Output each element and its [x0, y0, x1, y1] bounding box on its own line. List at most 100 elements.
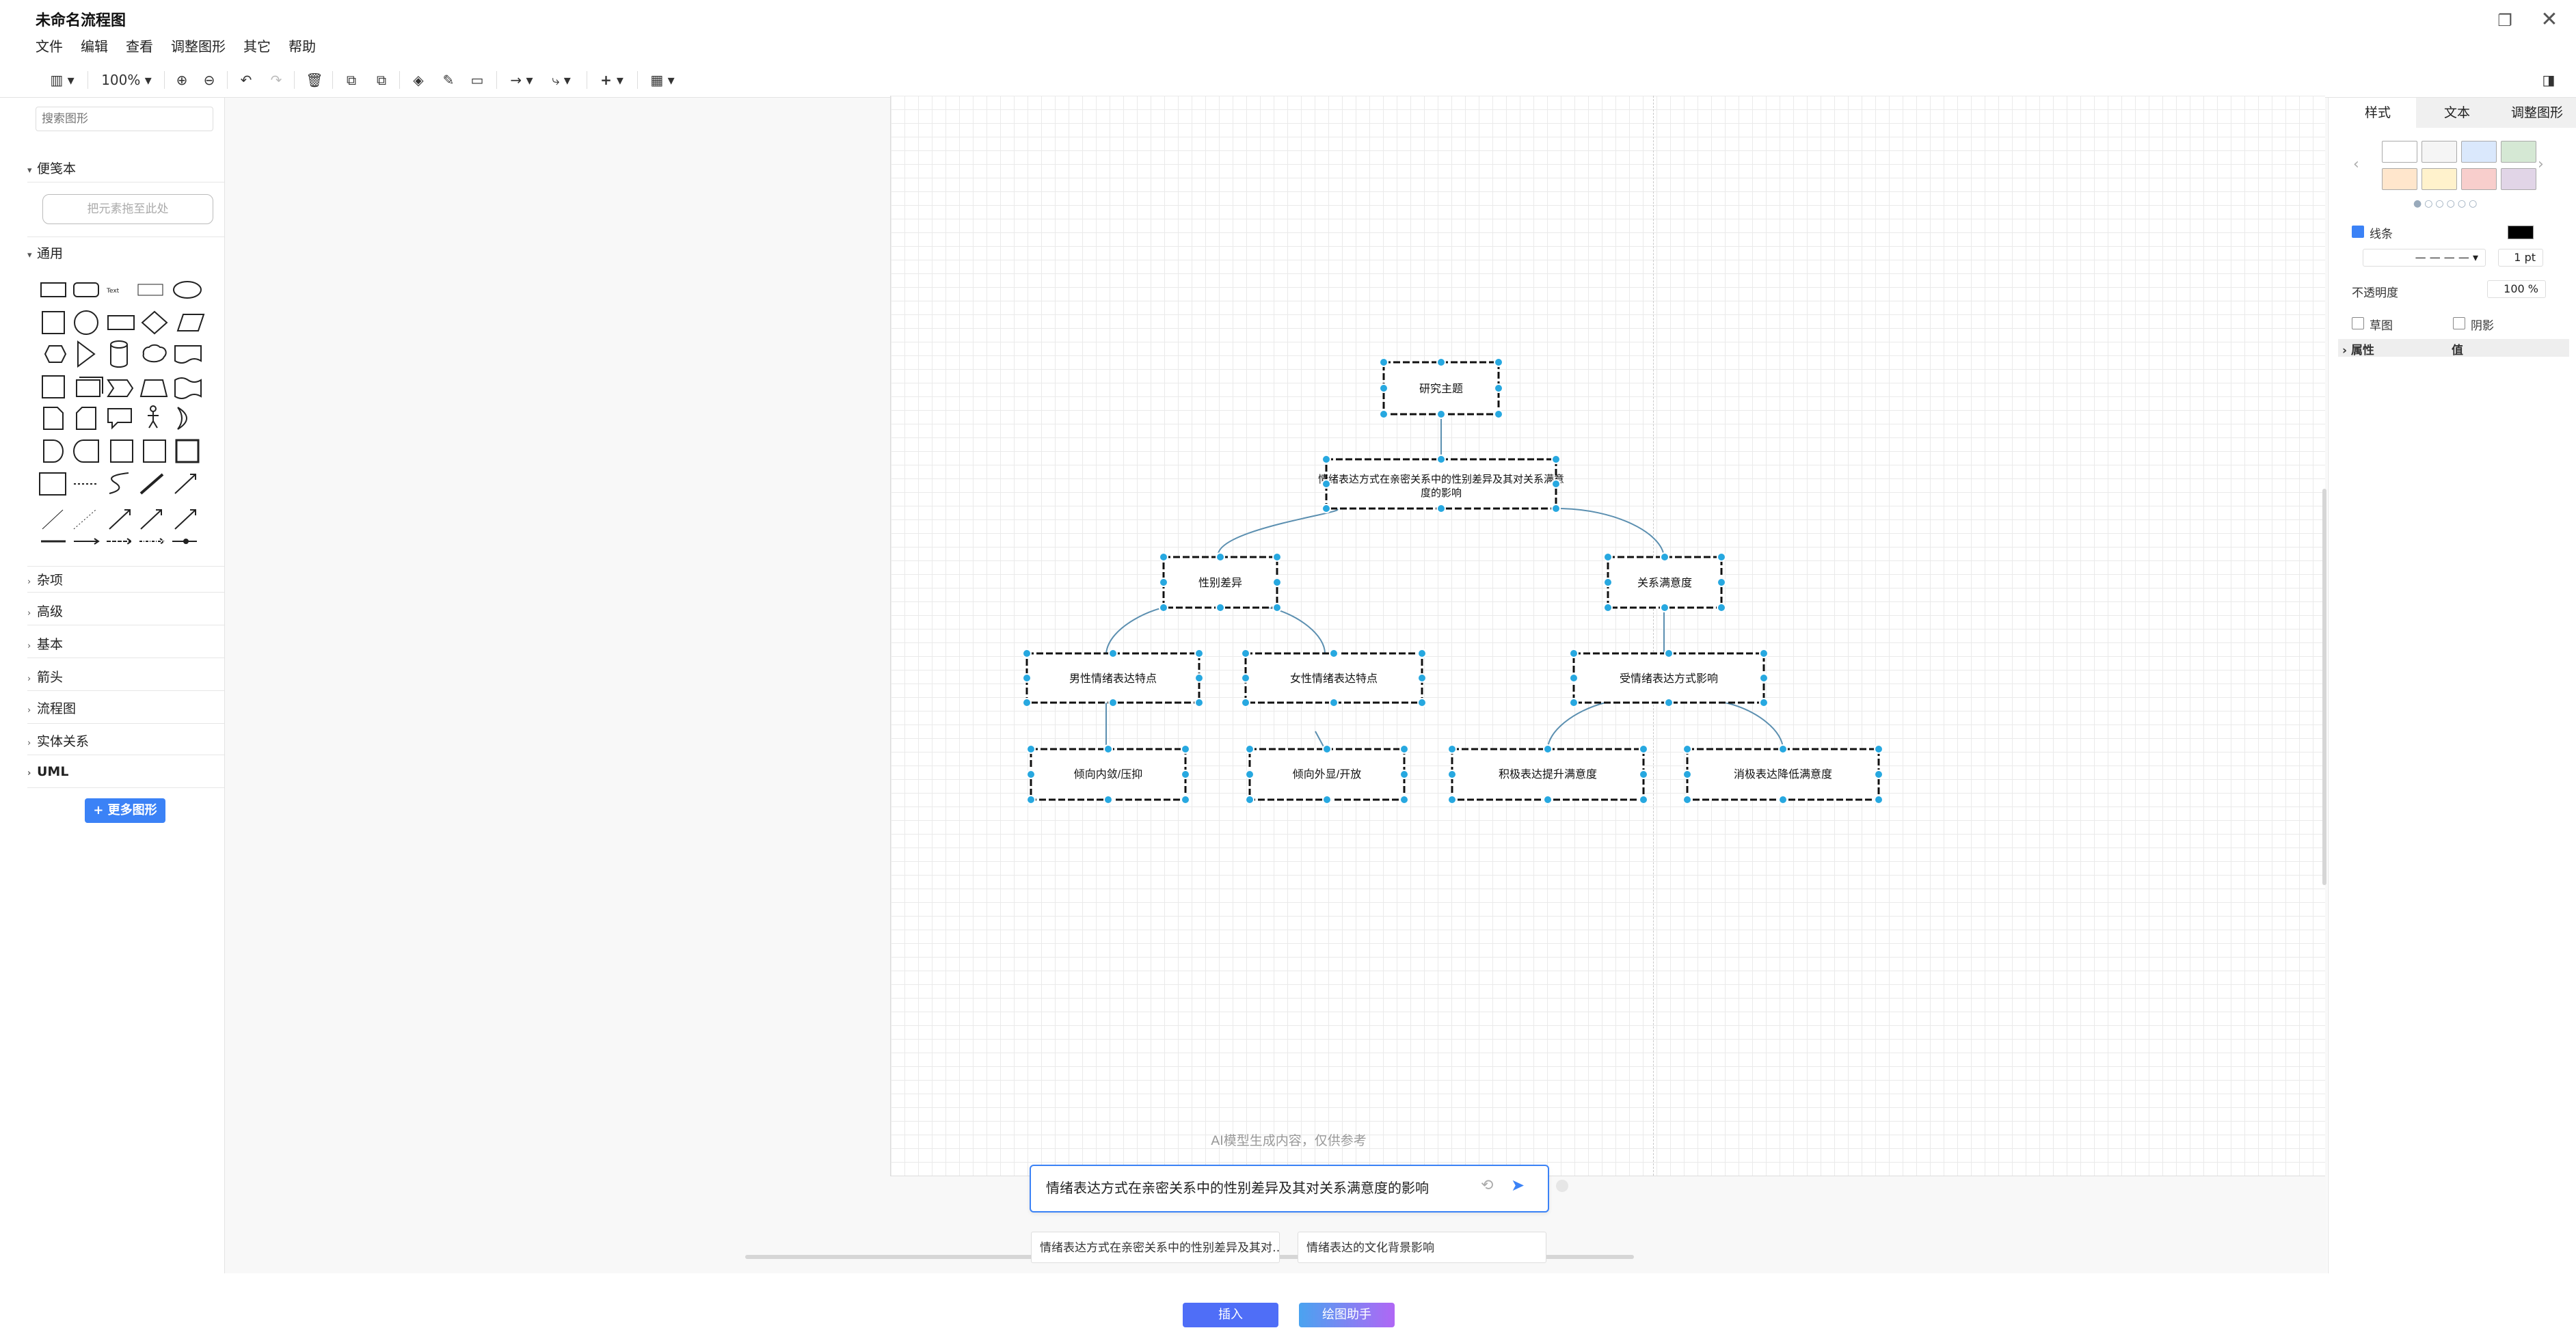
style-swatch[interactable] — [2461, 168, 2497, 190]
step-shape[interactable] — [107, 379, 134, 397]
menu-extras[interactable]: 其它 — [243, 36, 271, 56]
style-swatch[interactable] — [2421, 141, 2457, 163]
resize-handle[interactable] — [1569, 698, 1579, 707]
arrow-line-shape[interactable] — [74, 538, 100, 545]
swatch-page-dots[interactable]: ●○○○○○ — [2413, 198, 2480, 209]
restore-window-icon[interactable]: ❐ — [2495, 11, 2514, 30]
dashdot-arrow-shape[interactable] — [139, 538, 165, 545]
resize-handle[interactable] — [1494, 383, 1503, 393]
trapezoid-shape[interactable] — [139, 379, 168, 397]
node-female[interactable]: 女性情绪表达特点 — [1244, 652, 1423, 704]
resize-handle[interactable] — [1543, 795, 1553, 804]
resize-handle[interactable] — [1022, 673, 1032, 683]
document-shape[interactable] — [174, 345, 202, 364]
style-swatch[interactable] — [2382, 141, 2417, 163]
data-storage-shape[interactable] — [73, 439, 99, 463]
hexagon-shape[interactable] — [44, 345, 67, 363]
resize-handle[interactable] — [1329, 649, 1339, 658]
undo-icon[interactable]: ↶ — [237, 68, 256, 92]
menu-file[interactable]: 文件 — [36, 36, 63, 56]
internal-storage-shape[interactable] — [42, 375, 65, 398]
resize-handle[interactable] — [1551, 455, 1561, 464]
resize-handle[interactable] — [1241, 673, 1250, 683]
resize-handle[interactable] — [1551, 504, 1561, 513]
dotted-line-shape[interactable] — [73, 509, 96, 530]
resize-handle[interactable] — [1639, 744, 1648, 754]
table-icon[interactable]: ▦ ▾ — [645, 68, 680, 92]
resize-handle[interactable] — [1639, 795, 1648, 804]
dashed-arrow-shape[interactable] — [107, 538, 133, 545]
resize-handle[interactable] — [1682, 770, 1692, 779]
node-influence[interactable]: 受情绪表达方式影响 — [1572, 652, 1765, 704]
style-swatch[interactable] — [2382, 168, 2417, 190]
resize-handle[interactable] — [1447, 770, 1457, 779]
resize-handle[interactable] — [1569, 673, 1579, 683]
resize-handle[interactable] — [1026, 770, 1036, 779]
resize-handle[interactable] — [1194, 698, 1204, 707]
resize-handle[interactable] — [1108, 649, 1118, 658]
frame-shape[interactable] — [143, 439, 166, 463]
resize-handle[interactable] — [1682, 744, 1692, 754]
resize-handle[interactable] — [1660, 552, 1669, 562]
history-icon[interactable]: ⟲ — [1481, 1177, 1493, 1194]
resize-handle[interactable] — [1603, 578, 1613, 587]
style-swatch[interactable] — [2421, 168, 2457, 190]
menu-edit[interactable]: 编辑 — [81, 36, 108, 56]
category-uml[interactable]: › UML — [27, 764, 68, 779]
text-shape[interactable]: Text — [106, 288, 120, 295]
note-shape[interactable] — [43, 407, 64, 430]
resize-handle[interactable] — [1436, 504, 1446, 513]
insert-plus-icon[interactable]: + ▾ — [595, 68, 629, 92]
resize-handle[interactable] — [1103, 795, 1113, 804]
connection-style-icon[interactable]: → ▾ — [505, 68, 539, 92]
category-advanced[interactable]: › 高级 — [27, 601, 63, 620]
resize-handle[interactable] — [1436, 357, 1446, 367]
category-entity-relation[interactable]: › 实体关系 — [27, 731, 89, 750]
resize-handle[interactable] — [1603, 603, 1613, 612]
square-shape[interactable] — [42, 311, 65, 334]
resize-handle[interactable] — [1399, 770, 1409, 779]
container-shape[interactable] — [110, 439, 133, 463]
resize-handle[interactable] — [1194, 673, 1204, 683]
curve-shape[interactable] — [109, 472, 129, 494]
resize-handle[interactable] — [1874, 795, 1883, 804]
zoom-out-icon[interactable]: ⊖ — [200, 68, 219, 92]
resize-handle[interactable] — [1436, 409, 1446, 419]
link-shape[interactable] — [174, 509, 196, 530]
resize-handle[interactable] — [1494, 409, 1503, 419]
resize-handle[interactable] — [1216, 603, 1225, 612]
arrow-shape[interactable] — [140, 509, 162, 530]
to-back-icon[interactable]: ⧉ — [372, 68, 391, 92]
resize-handle[interactable] — [1639, 770, 1648, 779]
resize-handle[interactable] — [1103, 744, 1113, 754]
resize-handle[interactable] — [1108, 698, 1118, 707]
resize-handle[interactable] — [1322, 744, 1332, 754]
suggestion-chip[interactable]: 情绪表达的文化背景影响 — [1298, 1232, 1546, 1263]
resize-handle[interactable] — [1379, 383, 1388, 393]
resize-handle[interactable] — [1181, 795, 1190, 804]
resize-handle[interactable] — [1159, 578, 1168, 587]
node-topic[interactable]: 情绪表达方式在亲密关系中的性别差异及其对关系满意度的影响 — [1318, 458, 1564, 510]
edge-influence-negative[interactable] — [1725, 702, 1784, 750]
edge-gender-female[interactable] — [1267, 606, 1326, 654]
line-width-input[interactable]: 1 pt — [2498, 249, 2543, 267]
node-root[interactable]: 研究主题 — [1382, 361, 1500, 416]
cylinder-shape[interactable] — [109, 340, 128, 368]
triangle-shape[interactable] — [77, 340, 96, 368]
resize-handle[interactable] — [1245, 795, 1255, 804]
cube-shape[interactable] — [76, 377, 103, 397]
resize-handle[interactable] — [1241, 698, 1250, 707]
tab-style[interactable]: 样式 — [2339, 98, 2416, 128]
or-shape[interactable] — [177, 407, 187, 430]
resize-handle[interactable] — [1551, 479, 1561, 489]
resize-handle[interactable] — [1778, 795, 1788, 804]
resize-handle[interactable] — [1399, 795, 1409, 804]
node-gender[interactable]: 性别差异 — [1162, 556, 1278, 609]
resize-handle[interactable] — [1417, 673, 1427, 683]
resize-handle[interactable] — [1660, 603, 1669, 612]
redo-icon[interactable]: ↷ — [267, 68, 286, 92]
waypoint-style-icon[interactable]: ⤷ ▾ — [544, 68, 578, 92]
to-front-icon[interactable]: ⧉ — [342, 68, 361, 92]
resize-handle[interactable] — [1022, 698, 1032, 707]
resize-handle[interactable] — [1664, 698, 1674, 707]
